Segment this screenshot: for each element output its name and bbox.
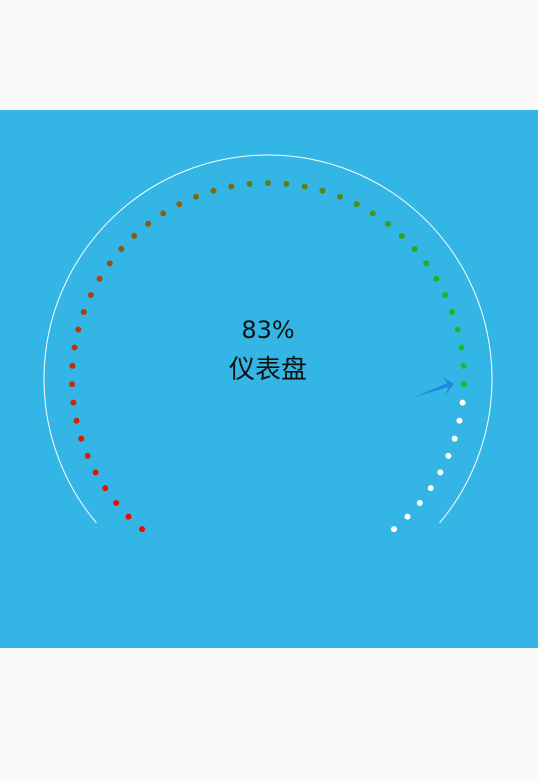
gauge-dot-inactive <box>404 513 411 520</box>
gauge-dot-active <box>210 187 217 194</box>
gauge-dot-active <box>80 308 87 315</box>
gauge-dot-active <box>92 469 99 476</box>
gauge-dot-inactive <box>427 485 434 492</box>
gauge-dot-active <box>75 326 82 333</box>
gauge-percent-label: 83% <box>241 316 294 344</box>
gauge-dot-inactive <box>445 452 452 459</box>
gauge-dot-active <box>131 232 138 239</box>
gauge-dot-active <box>265 180 271 186</box>
page: 83% 仪表盘 <box>0 0 538 781</box>
gauge-dot-active <box>398 232 405 239</box>
gauge-dot-active <box>113 499 120 506</box>
gauge-dot-active <box>73 417 80 424</box>
gauge-dot-active <box>193 193 200 200</box>
gauge-dot-active <box>84 452 91 459</box>
gauge-dot-active <box>433 275 440 282</box>
gauge-dot-active <box>301 183 308 190</box>
gauge-dot-inactive <box>459 399 466 406</box>
gauge-dot-active <box>454 326 461 333</box>
gauge-dot-active <box>102 485 109 492</box>
gauge-dot-active <box>319 187 326 194</box>
gauge-dot-active <box>160 210 167 217</box>
gauge-dashboard: 83% 仪表盘 <box>0 110 538 648</box>
gauge-dot-active <box>71 344 78 351</box>
gauge-dot-active <box>69 362 76 369</box>
gauge-dot-active <box>87 291 94 298</box>
gauge-dot-active <box>70 399 77 406</box>
gauge-dot-active <box>145 220 152 227</box>
gauge-dot-active <box>336 193 343 200</box>
gauge-dot-active <box>449 308 456 315</box>
gauge-dot-active <box>442 291 449 298</box>
gauge-dot-active <box>176 201 183 208</box>
gauge-dot-inactive <box>451 435 458 442</box>
gauge-dot-active <box>458 344 465 351</box>
gauge-dot-active <box>353 201 360 208</box>
gauge-dot-active <box>106 260 113 267</box>
gauge-dot-active <box>246 180 253 187</box>
gauge-dot-active <box>69 381 76 388</box>
gauge-dot-active <box>283 180 290 187</box>
gauge-dot-active <box>139 526 146 533</box>
gauge-dot-active <box>228 183 235 190</box>
gauge-dot-active <box>460 381 467 388</box>
gauge-dot-inactive <box>456 417 463 424</box>
gauge-dot-active <box>125 513 132 520</box>
gauge-dot-active <box>78 435 85 442</box>
gauge-dot-active <box>118 246 125 253</box>
gauge-dot-active <box>96 275 103 282</box>
gauge-dot-active <box>369 210 376 217</box>
gauge-panel: 83% 仪表盘 <box>0 110 538 648</box>
gauge-dot-active <box>411 246 418 253</box>
gauge-dot-active <box>423 260 430 267</box>
gauge-dot-inactive <box>390 526 397 533</box>
gauge-title: 仪表盘 <box>229 355 307 385</box>
gauge-dot-active <box>384 220 391 227</box>
gauge-dot-inactive <box>437 469 444 476</box>
gauge-dot-active <box>460 362 467 369</box>
gauge-dot-inactive <box>416 499 423 506</box>
